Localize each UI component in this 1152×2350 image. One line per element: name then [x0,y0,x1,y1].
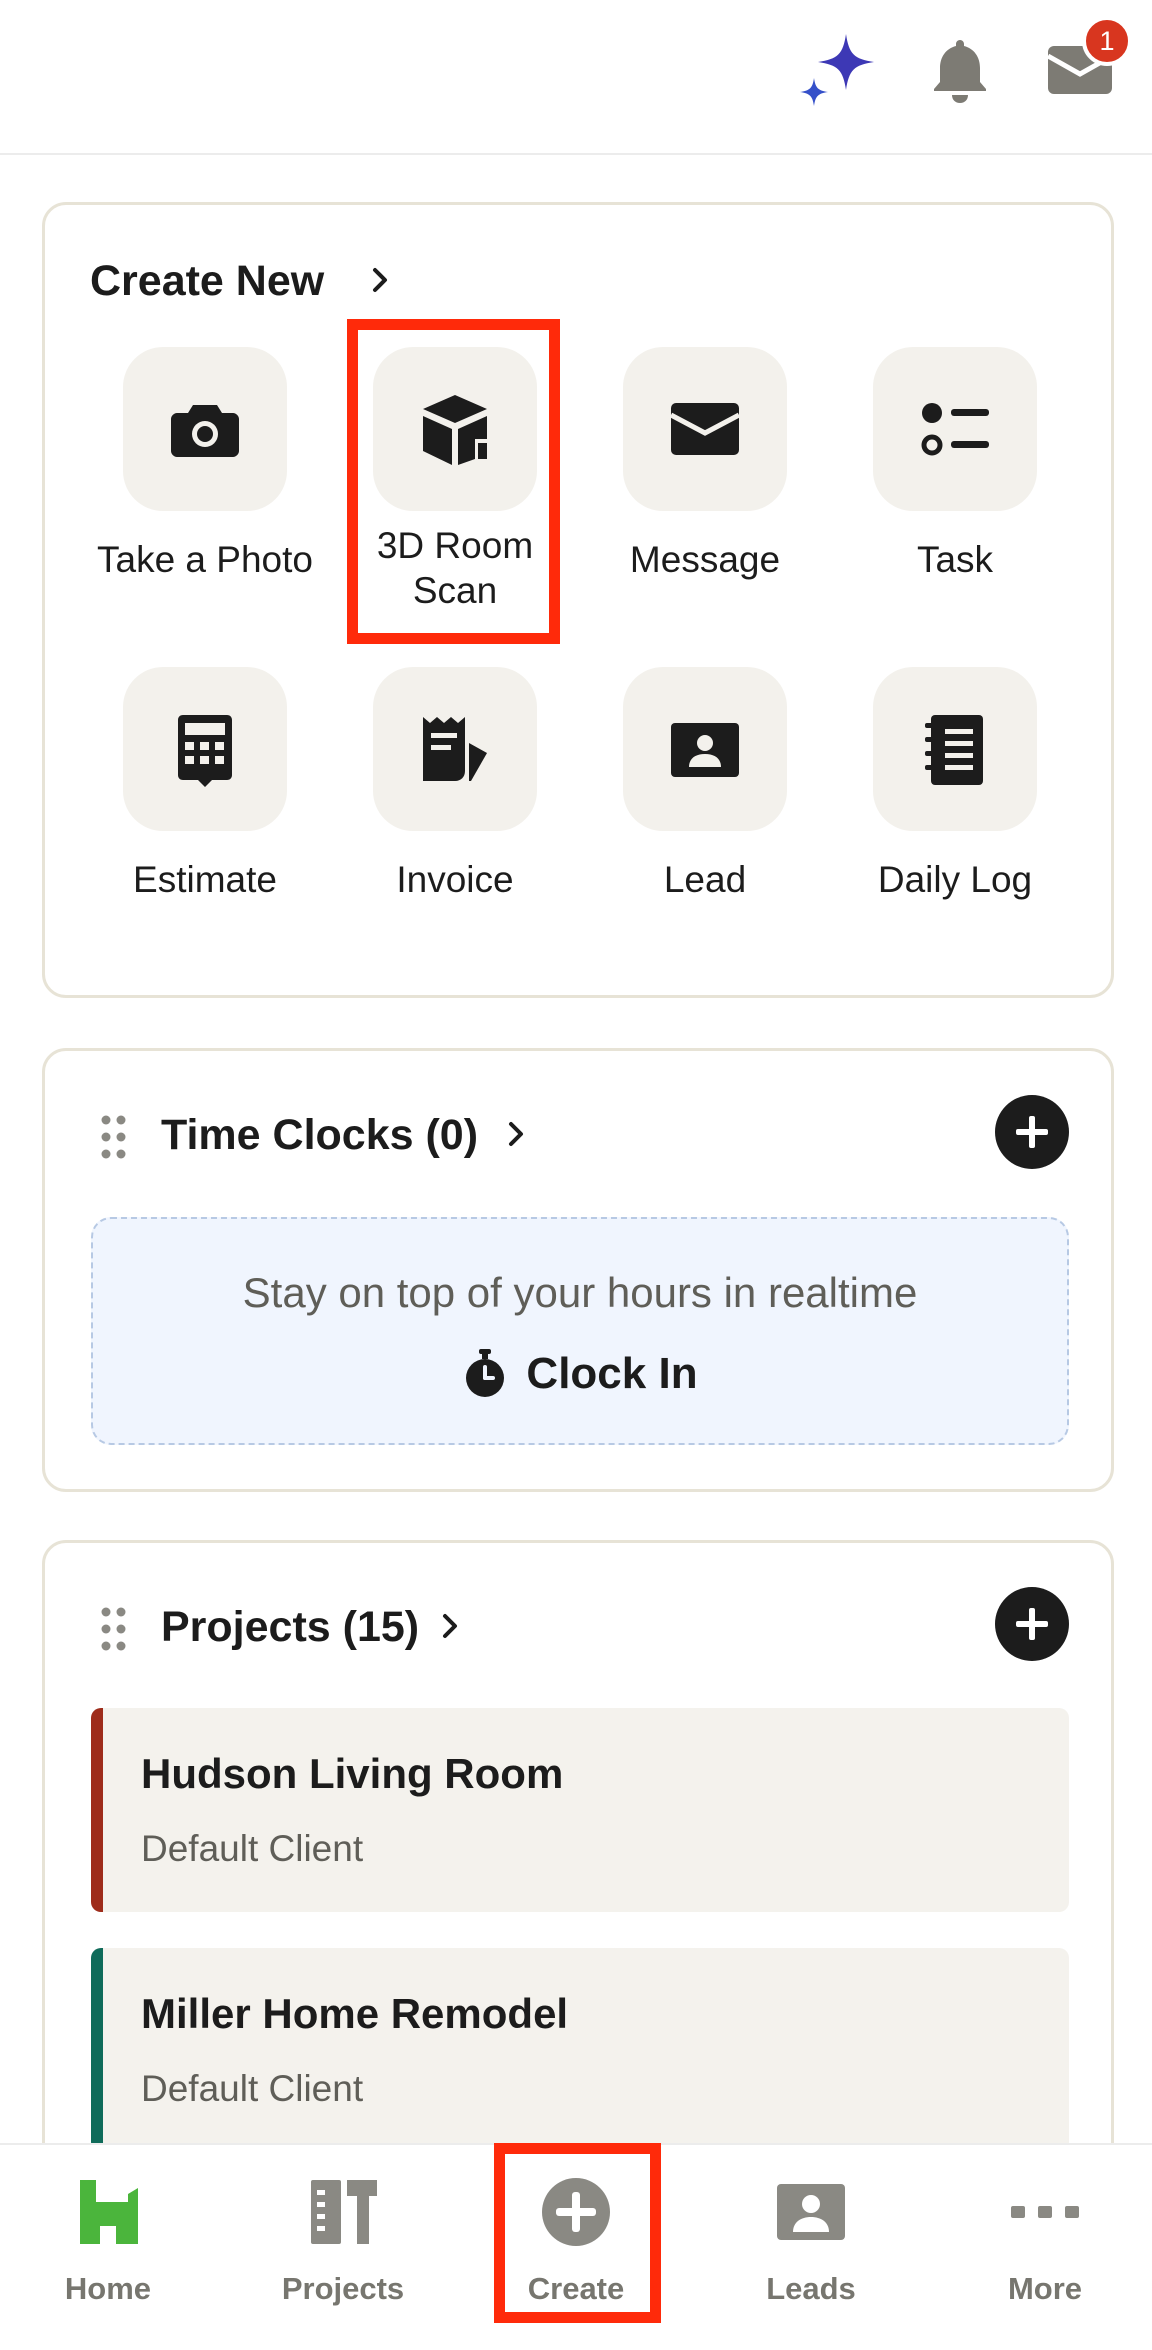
leads-icon [777,2184,845,2240]
more-dots-icon [1011,2206,1079,2218]
envelope-icon [669,403,741,455]
project-client: Default Client [141,2068,364,2109]
time-clocks-title[interactable]: Time Clocks (0) [161,1111,478,1160]
project-item-miller[interactable]: Miller Home Remodel Default Client [91,1948,1069,2152]
clock-in-panel: Stay on top of your hours in realtime Cl… [91,1217,1069,1445]
project-color-stripe [91,1948,103,2152]
create-new-card: Create New Take a Photo 3D Room Scan Mes… [42,202,1114,998]
time-clocks-card: Time Clocks (0) Stay on top of your hour… [42,1048,1114,1492]
lead-button[interactable] [623,667,787,831]
message-label: Message [629,539,781,580]
plus-icon [1016,1608,1048,1640]
nav-projects-label: Projects [281,2271,405,2306]
create-new-title[interactable]: Create New [90,257,324,306]
invoice-tile[interactable]: Invoice [330,667,580,902]
clock-in-label: Clock In [526,1349,698,1398]
invoice-icon [423,717,487,781]
chevron-right-icon[interactable] [365,265,395,295]
task-tile[interactable]: Task [830,347,1080,582]
camera-icon [171,405,239,457]
project-name: Hudson Living Room [141,1750,564,1797]
clock-hint: Stay on top of your hours in realtime [242,1269,918,1316]
notebook-icon [925,715,983,785]
projects-icon [311,2180,377,2244]
nav-leads-label: Leads [766,2271,856,2306]
invoice-button[interactable] [373,667,537,831]
contact-card-icon [671,723,739,777]
nav-home[interactable]: Home [0,2145,218,2350]
estimate-label: Estimate [133,859,277,900]
daily-log-tile[interactable]: Daily Log [830,667,1080,902]
nav-home-label: Home [64,2271,152,2306]
message-button[interactable] [623,347,787,511]
drag-handle-icon[interactable] [99,1113,129,1161]
lead-tile[interactable]: Lead [580,667,830,902]
chevron-right-icon[interactable] [501,1119,531,1149]
notification-badge: 1 [1082,16,1132,66]
daily-log-button[interactable] [873,667,1037,831]
task-label: Task [916,539,994,580]
estimate-tile[interactable]: Estimate [80,667,330,902]
drag-handle-icon[interactable] [99,1605,129,1653]
task-button[interactable] [873,347,1037,511]
room-scan-highlight [347,319,560,644]
take-photo-label: Take a Photo [97,539,313,580]
projects-title[interactable]: Projects (15) [161,1603,419,1652]
message-tile[interactable]: Message [580,347,830,582]
add-project-button[interactable] [995,1587,1069,1661]
project-client: Default Client [141,1828,364,1869]
top-bar: 1 [0,0,1152,155]
project-item-hudson[interactable]: Hudson Living Room Default Client [91,1708,1069,1912]
invoice-label: Invoice [396,859,514,900]
project-name: Miller Home Remodel [141,1990,569,2037]
plus-icon [1016,1116,1048,1148]
project-color-stripe [91,1708,103,1912]
sparkle-icon[interactable] [796,28,880,112]
calculator-icon [178,715,232,787]
nav-leads[interactable]: Leads [701,2145,921,2350]
create-nav-highlight [494,2143,661,2323]
daily-log-label: Daily Log [877,859,1033,900]
nav-more[interactable]: More [935,2145,1152,2350]
take-photo-tile[interactable]: Take a Photo [80,347,330,582]
chevron-right-icon[interactable] [435,1611,465,1641]
home-icon [80,2180,138,2244]
nav-more-label: More [1007,2271,1083,2306]
nav-projects[interactable]: Projects [233,2145,453,2350]
stopwatch-icon [466,1349,505,1397]
lead-label: Lead [663,859,747,900]
bell-icon[interactable] [924,34,996,106]
clock-in-button[interactable]: Clock In [93,1349,1067,1399]
add-time-clock-button[interactable] [995,1095,1069,1169]
task-list-icon [921,403,989,456]
estimate-button[interactable] [123,667,287,831]
take-photo-button[interactable] [123,347,287,511]
